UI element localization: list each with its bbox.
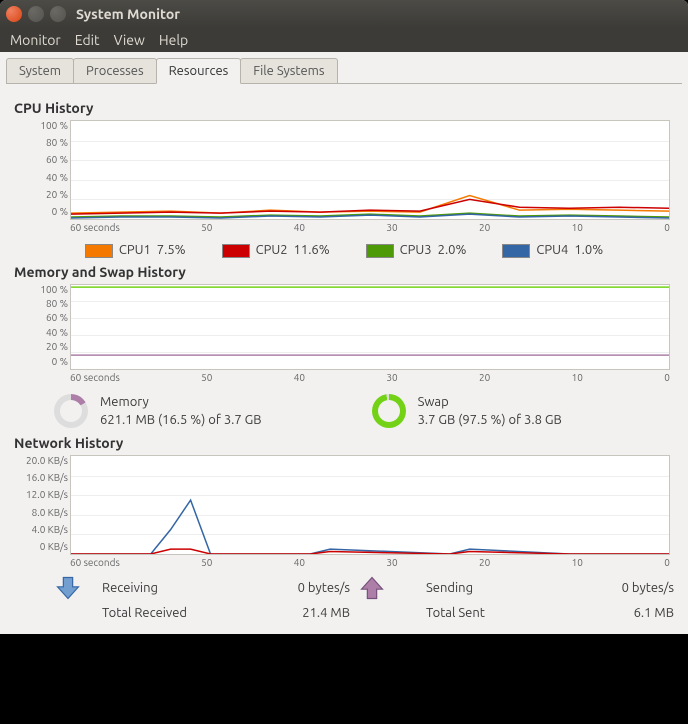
menu-edit[interactable]: Edit [75, 32, 100, 48]
download-arrow-icon [54, 574, 82, 602]
memory-pie-icon [54, 394, 88, 428]
window-controls [6, 6, 66, 22]
window-title: System Monitor [76, 6, 180, 22]
tabs: System Processes Resources File Systems [0, 52, 688, 83]
menubar: Monitor Edit View Help [0, 28, 688, 52]
mem-legend: Memory621.1 MB (16.5 %) of 3.7 GB Swap3.… [54, 393, 674, 429]
legend-cpu1: CPU1 7.5% [85, 243, 186, 258]
tab-file-systems[interactable]: File Systems [240, 58, 337, 83]
cpu-title: CPU History [14, 100, 674, 116]
swap-pie-icon [372, 394, 406, 428]
mem-chart: 100 % 80 % 60 % 40 % 20 % 0 % 60 50 40 3… [70, 284, 670, 383]
cpu-legend: CPU1 7.5% CPU2 11.6% CPU3 2.0% CPU4 1.0% [14, 243, 674, 258]
menu-monitor[interactable]: Monitor [10, 32, 61, 48]
tab-processes[interactable]: Processes [73, 58, 157, 83]
send-total: 6.1 MB [554, 606, 674, 620]
memory-indicator: Memory621.1 MB (16.5 %) of 3.7 GB [54, 393, 262, 429]
legend-cpu3: CPU3 2.0% [366, 243, 467, 258]
tab-system[interactable]: System [6, 58, 74, 83]
net-plot [70, 455, 670, 555]
recv-total-label: Total Received [102, 606, 222, 620]
net-chart: 20.0 KB/s 16.0 KB/s 12.0 KB/s 8.0 KB/s 4… [70, 455, 670, 568]
content: System Processes Resources File Systems … [0, 52, 688, 634]
net-title: Network History [14, 435, 674, 451]
net-x-axis: 60 50 40 30 20 10 0 [70, 557, 670, 568]
recv-label: Receiving [102, 581, 222, 595]
resources-panel: CPU History 100 % 80 % 60 % 40 % 20 % 0 … [0, 84, 688, 634]
recv-rate: 0 bytes/s [230, 581, 350, 595]
mem-plot [70, 284, 670, 370]
cpu-chart: 100 % 80 % 60 % 40 % 20 % 0 % 60 50 40 3… [70, 120, 670, 233]
mem-y-axis: 100 % 80 % 60 % 40 % 20 % 0 % [18, 284, 68, 367]
mem-title: Memory and Swap History [14, 264, 674, 280]
upload-arrow-icon [358, 574, 386, 602]
legend-cpu4: CPU4 1.0% [502, 243, 603, 258]
close-icon[interactable] [6, 6, 22, 22]
net-stats: Receiving 0 bytes/s Sending 0 bytes/s To… [54, 574, 674, 620]
legend-cpu2: CPU2 11.6% [222, 243, 330, 258]
net-y-axis: 20.0 KB/s 16.0 KB/s 12.0 KB/s 8.0 KB/s 4… [18, 455, 68, 552]
window: System Monitor Monitor Edit View Help Sy… [0, 0, 688, 634]
cpu-y-axis: 100 % 80 % 60 % 40 % 20 % 0 % [18, 120, 68, 217]
cpu-plot [70, 120, 670, 220]
minimize-icon[interactable] [28, 6, 44, 22]
send-total-label: Total Sent [426, 606, 546, 620]
swap-indicator: Swap3.7 GB (97.5 %) of 3.8 GB [372, 393, 562, 429]
recv-total: 21.4 MB [230, 606, 350, 620]
menu-view[interactable]: View [114, 32, 145, 48]
mem-x-axis: 60 50 40 30 20 10 0 [70, 372, 670, 383]
tab-resources[interactable]: Resources [156, 58, 242, 84]
maximize-icon[interactable] [50, 6, 66, 22]
send-label: Sending [426, 581, 546, 595]
send-rate: 0 bytes/s [554, 581, 674, 595]
titlebar[interactable]: System Monitor [0, 0, 688, 28]
cpu-x-axis: 60 50 40 30 20 10 0 [70, 222, 670, 233]
menu-help[interactable]: Help [159, 32, 188, 48]
